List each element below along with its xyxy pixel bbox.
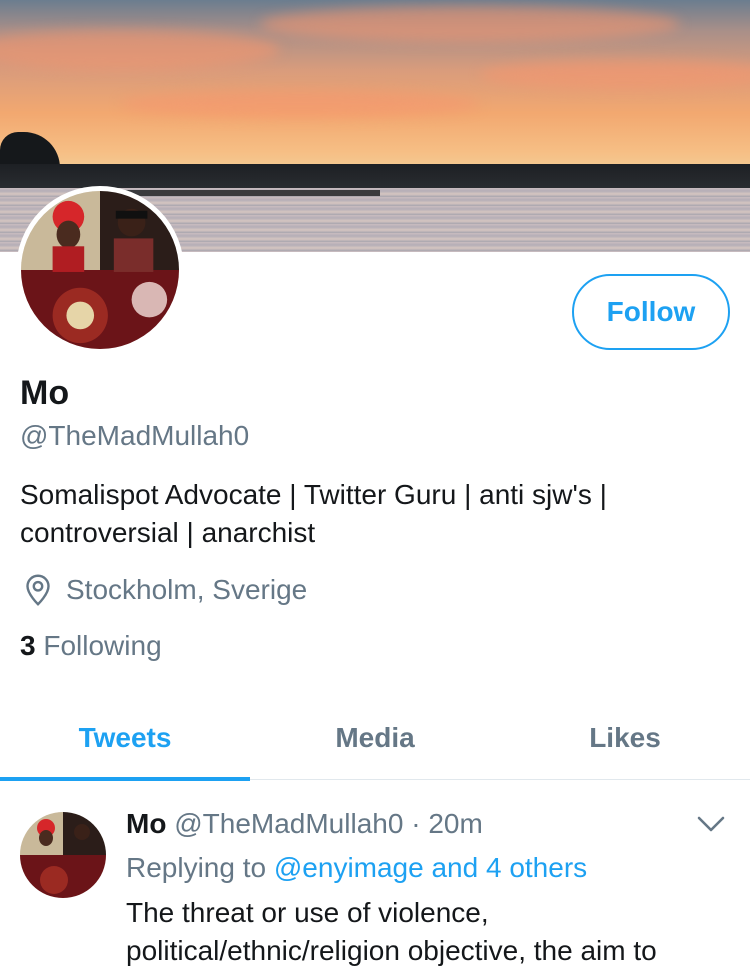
bio-line-2: controversial | anarchist: [20, 517, 316, 548]
profile-bio: Somalispot Advocate | Twitter Guru | ant…: [20, 476, 720, 552]
following-count: 3: [20, 630, 36, 661]
replying-to: Replying to @enyimage and 4 others: [126, 852, 587, 884]
location-text: Stockholm, Sverige: [66, 574, 308, 605]
profile-photo-image: [21, 191, 179, 349]
tweet-avatar-image: [20, 812, 106, 898]
profile-tabs: Tweets Media Likes: [0, 696, 750, 781]
following-label: Following: [43, 630, 162, 661]
tweet-header: Mo @TheMadMullah0 · 20m: [126, 808, 483, 840]
location-pin-icon: [26, 574, 50, 606]
tweet-separator: ·: [411, 808, 421, 839]
replying-to-link[interactable]: @enyimage and 4 others: [274, 852, 587, 883]
profile-display-name: Mo: [20, 374, 70, 412]
profile-handle: @TheMadMullah0: [20, 420, 250, 451]
following-stat[interactable]: 3 Following: [20, 630, 162, 662]
tweet-author-name[interactable]: Mo: [126, 808, 166, 839]
tweet-avatar[interactable]: [20, 812, 106, 898]
profile-location: Stockholm, Sverige: [20, 572, 307, 608]
tab-likes[interactable]: Likes: [500, 696, 750, 780]
profile-avatar[interactable]: [16, 186, 184, 354]
tweet-author-handle[interactable]: @TheMadMullah0: [174, 808, 403, 839]
tweet-text: The threat or use of violence, political…: [126, 897, 657, 966]
tab-media[interactable]: Media: [250, 696, 500, 780]
follow-button[interactable]: Follow: [572, 274, 730, 350]
chevron-down-icon[interactable]: [696, 812, 726, 836]
tweet-timestamp[interactable]: 20m: [428, 808, 482, 839]
bio-line-1: Somalispot Advocate | Twitter Guru | ant…: [20, 479, 607, 510]
tab-tweets[interactable]: Tweets: [0, 696, 250, 781]
replying-prefix: Replying to: [126, 852, 267, 883]
